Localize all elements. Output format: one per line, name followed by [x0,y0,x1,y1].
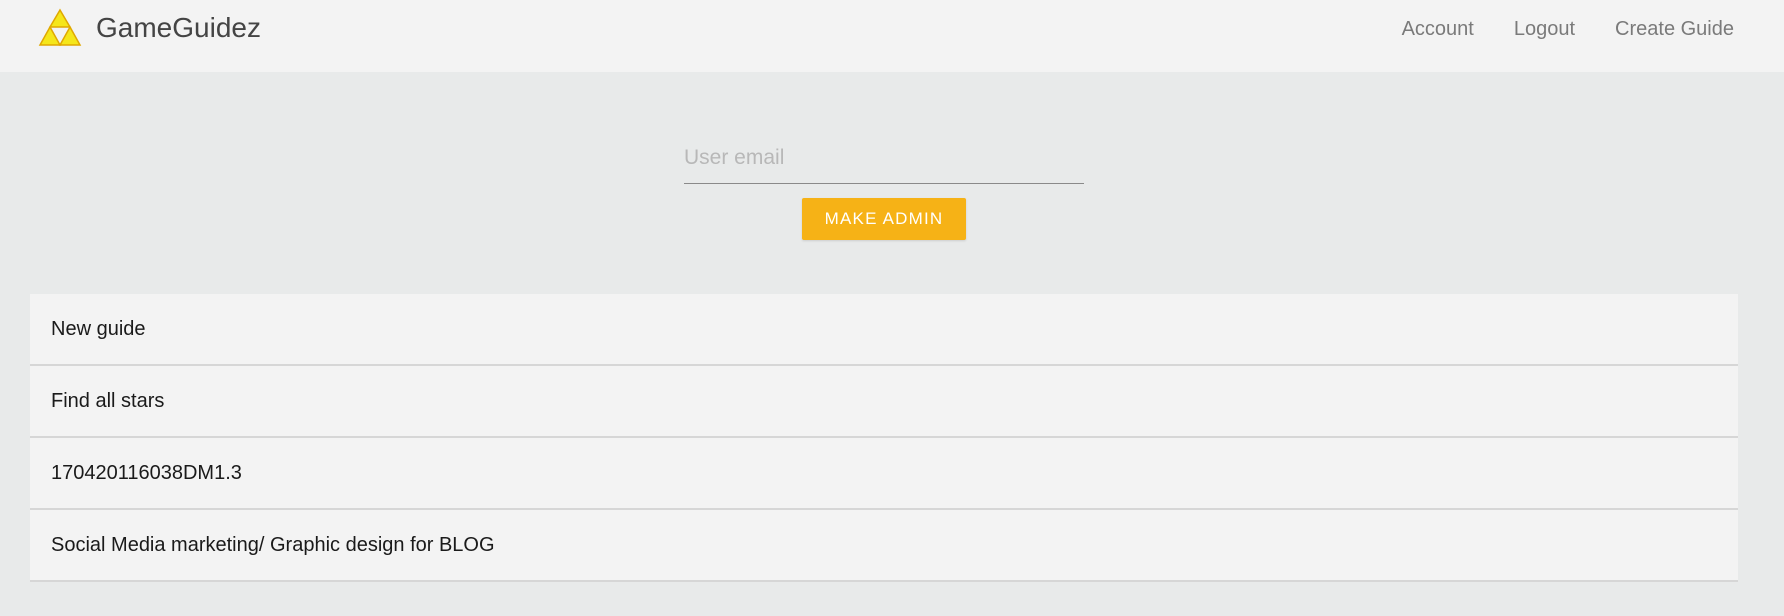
triforce-icon [36,8,84,48]
user-email-input[interactable] [684,132,1084,184]
nav-create-guide-link[interactable]: Create Guide [1615,14,1734,44]
guide-item[interactable]: Social Media marketing/ Graphic design f… [30,510,1738,582]
brand-link[interactable]: GameGuidez [36,6,261,50]
nav-logout-link[interactable]: Logout [1514,14,1575,44]
guide-item[interactable]: 170420116038DM1.3 [30,438,1738,510]
guide-title: Social Media marketing/ Graphic design f… [51,533,495,556]
guide-item[interactable]: Find all stars [30,366,1738,438]
guide-title: 170420116038DM1.3 [51,461,242,484]
guide-item[interactable]: New guide [30,294,1738,366]
guide-title: New guide [51,317,146,340]
guide-list: New guide Find all stars 170420116038DM1… [30,294,1738,582]
admin-form: MAKE ADMIN [684,132,1084,240]
make-admin-button[interactable]: MAKE ADMIN [802,198,966,240]
brand-name: GameGuidez [96,12,261,43]
nav-account-link[interactable]: Account [1402,14,1474,44]
guide-title: Find all stars [51,389,165,412]
nav-links: Account Logout Create Guide [1402,14,1734,44]
navbar: GameGuidez Account Logout Create Guide [0,0,1784,72]
